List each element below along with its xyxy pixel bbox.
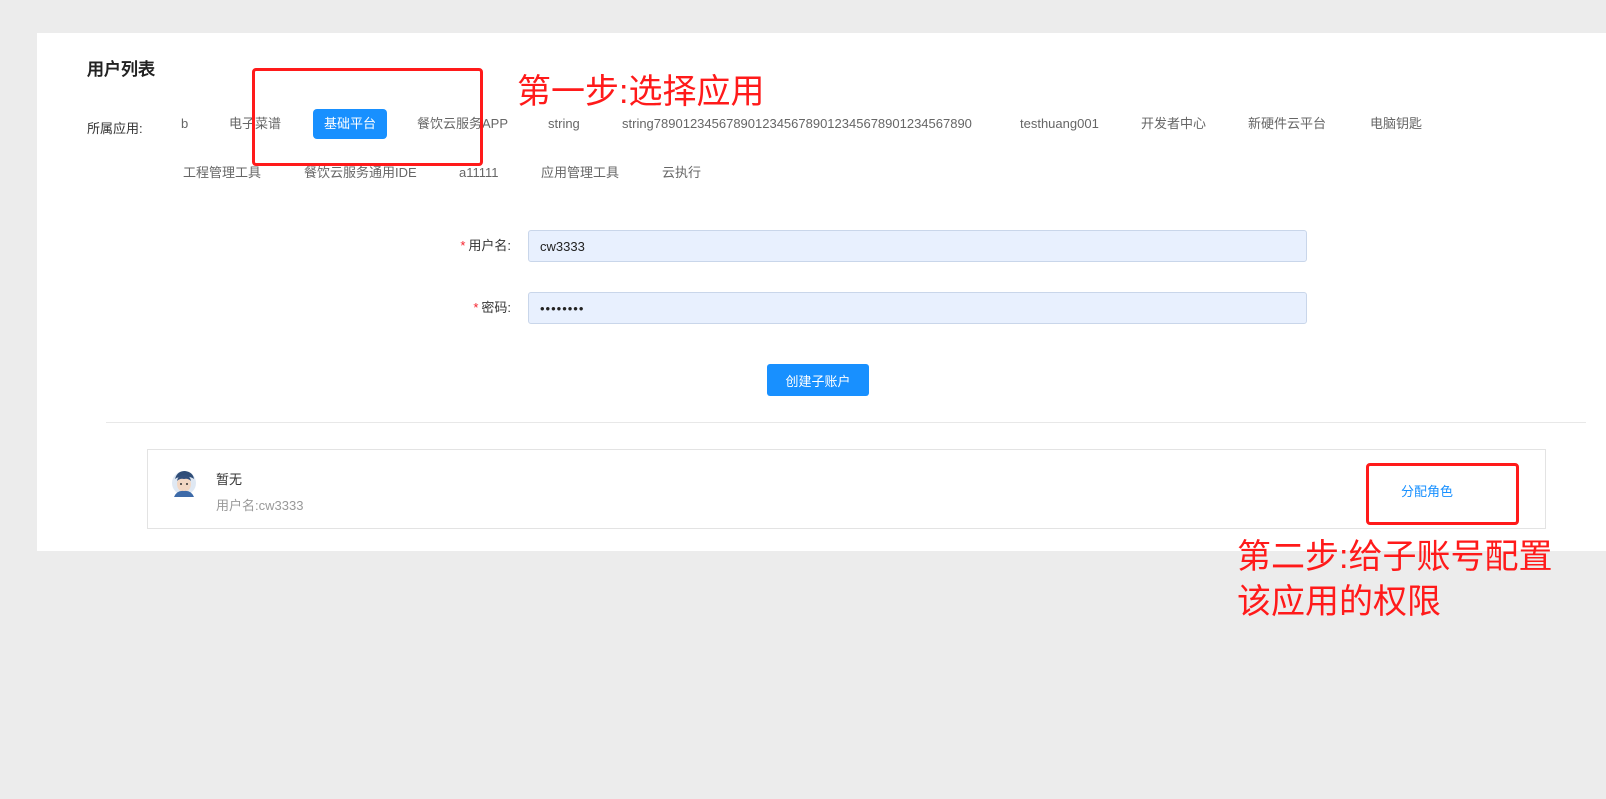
app-filter-label: 所属应用: xyxy=(87,121,143,136)
annotation-box-step2 xyxy=(1366,463,1519,525)
username-label-text: 用户名: xyxy=(468,238,511,253)
annotation-step2-line1: 第二步:给子账号配置 xyxy=(1237,538,1553,576)
required-mark: * xyxy=(473,300,479,315)
annotation-step2-line2: 该应用的权限 xyxy=(1237,583,1441,621)
required-mark: * xyxy=(460,238,466,253)
username-input[interactable] xyxy=(528,230,1307,262)
app-tab-developer-center[interactable]: 开发者中心 xyxy=(1130,109,1217,139)
divider xyxy=(106,422,1586,423)
password-input[interactable] xyxy=(528,292,1307,324)
annotation-step1: 第一步:选择应用 xyxy=(517,73,765,111)
app-tab-b[interactable]: b xyxy=(170,109,199,139)
list-item: 暂无 用户名:cw3333 分配角色 xyxy=(147,449,1546,529)
username-label: * 用户名: xyxy=(391,230,511,262)
app-tab-app-management[interactable]: 应用管理工具 xyxy=(530,158,630,188)
app-tab-new-hardware-cloud[interactable]: 新硬件云平台 xyxy=(1237,109,1337,139)
page-title: 用户列表 xyxy=(87,60,155,79)
app-tab-cloud-exec[interactable]: 云执行 xyxy=(651,158,712,188)
create-sub-account-button[interactable]: 创建子账户 xyxy=(767,364,869,396)
app-tab-computer-key[interactable]: 电脑钥匙 xyxy=(1359,109,1433,139)
app-tab-testhuang001[interactable]: testhuang001 xyxy=(1009,109,1110,139)
user-name: 暂无 xyxy=(216,472,243,487)
annotation-box-step1 xyxy=(252,68,483,166)
avatar xyxy=(172,471,196,497)
user-username: 用户名:cw3333 xyxy=(216,498,304,513)
password-label: * 密码: xyxy=(391,292,511,324)
password-label-text: 密码: xyxy=(481,300,511,315)
